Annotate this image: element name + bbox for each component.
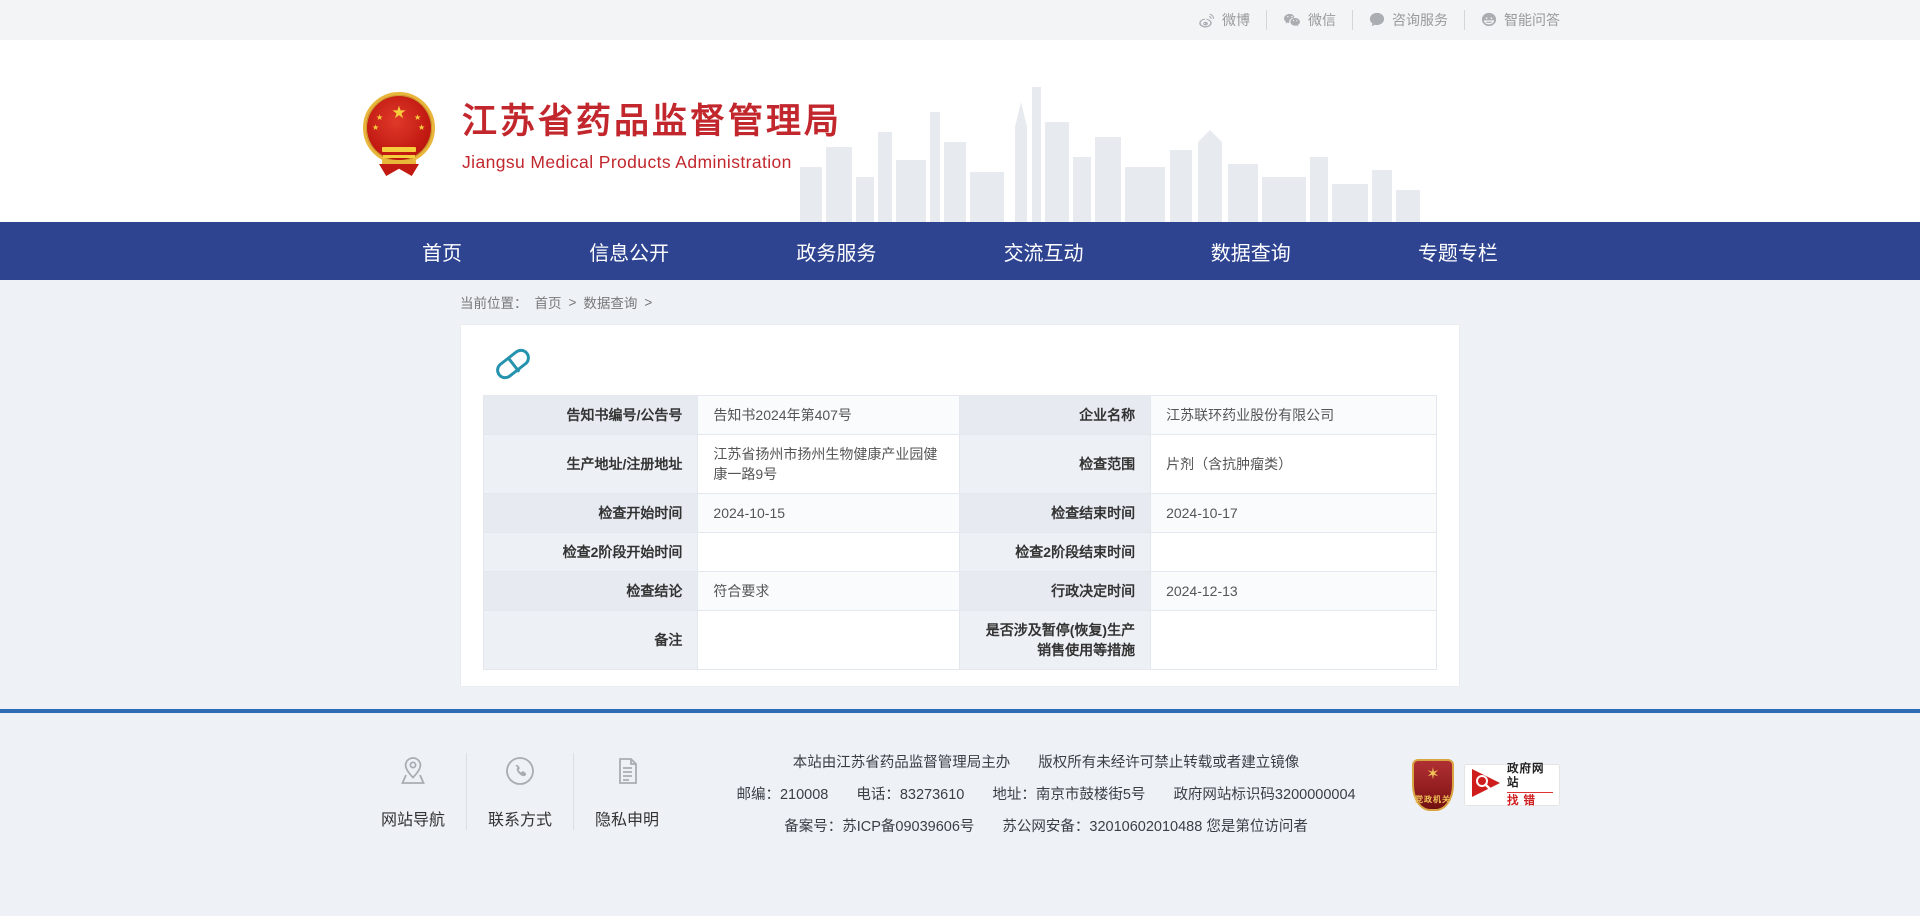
nav-item-special-topics[interactable]: 专题专栏 — [1418, 237, 1498, 266]
topbar-item-qa[interactable]: 智能问答 — [1464, 10, 1560, 30]
breadcrumb-home-link[interactable]: 首页 — [535, 292, 562, 312]
robot-icon — [1481, 12, 1497, 28]
record-value — [698, 611, 960, 670]
pill-icon — [491, 345, 537, 385]
record-label: 告知书编号/公告号 — [484, 396, 698, 435]
topbar-item-label: 智能问答 — [1504, 10, 1560, 30]
footer-icp: 备案号：苏ICP备09039606号 — [784, 815, 974, 836]
site-subtitle: Jiangsu Medical Products Administration — [462, 152, 842, 173]
footer-security-record: 苏公网安备：32010602010488 您是第位访问者 — [1002, 815, 1307, 836]
breadcrumb-separator: > — [644, 295, 652, 310]
footer-link-label: 网站导航 — [381, 806, 445, 830]
document-icon — [609, 753, 645, 794]
badge-find-line2: 找错 — [1507, 794, 1553, 808]
record-label: 检查范围 — [960, 435, 1151, 494]
footer-link-label: 隐私申明 — [595, 806, 659, 830]
weibo-icon — [1198, 13, 1215, 28]
record-value: 符合要求 — [698, 572, 960, 611]
city-skyline-watermark — [800, 72, 1420, 222]
table-row: 告知书编号/公告号 告知书2024年第407号 企业名称 江苏联环药业股份有限公… — [484, 396, 1437, 435]
footer: 网站导航 联系方式 隐 — [0, 713, 1920, 847]
record-label: 行政决定时间 — [960, 572, 1151, 611]
main-nav: 首页 信息公开 政务服务 交流互动 数据查询 专题专栏 — [0, 222, 1920, 280]
badge-party-label: 党政机关 — [1415, 794, 1451, 805]
table-row: 检查结论 符合要求 行政决定时间 2024-12-13 — [484, 572, 1437, 611]
record-label: 备注 — [484, 611, 698, 670]
national-emblem-icon: ★ ★ ★ ★ ★ — [360, 90, 438, 176]
record-value: 告知书2024年第407号 — [698, 396, 960, 435]
record-value: 2024-10-17 — [1151, 494, 1437, 533]
record-value: 江苏联环药业股份有限公司 — [1151, 396, 1437, 435]
topbar-item-label: 微博 — [1222, 10, 1250, 30]
footer-phone: 电话：83273610 — [856, 783, 964, 804]
map-pin-icon — [395, 753, 431, 794]
record-card: 告知书编号/公告号 告知书2024年第407号 企业名称 江苏联环药业股份有限公… — [460, 324, 1460, 687]
chat-bubble-icon — [1369, 12, 1385, 28]
phone-icon — [502, 753, 538, 794]
record-label: 检查2阶段开始时间 — [484, 533, 698, 572]
nav-item-info-disclosure[interactable]: 信息公开 — [589, 237, 669, 266]
record-value: 2024-12-13 — [1151, 572, 1437, 611]
record-label: 生产地址/注册地址 — [484, 435, 698, 494]
footer-host-text: 本站由江苏省药品监督管理局主办 — [793, 751, 1011, 772]
record-label: 检查结束时间 — [960, 494, 1151, 533]
record-value: 2024-10-15 — [698, 494, 960, 533]
breadcrumb-prefix: 当前位置： — [460, 292, 528, 312]
site-title: 江苏省药品监督管理局 — [462, 93, 842, 144]
nav-item-data-query[interactable]: 数据查询 — [1211, 237, 1291, 266]
footer-site-id: 政府网站标识码3200000004 — [1173, 783, 1355, 804]
footer-zipcode: 邮编：210008 — [736, 783, 828, 804]
inspection-record-table: 告知书编号/公告号 告知书2024年第407号 企业名称 江苏联环药业股份有限公… — [483, 395, 1437, 670]
record-value: 片剂（含抗肿瘤类） — [1151, 435, 1437, 494]
table-row: 备注 是否涉及暂停(恢复)生产销售使用等措施 — [484, 611, 1437, 670]
record-value — [1151, 533, 1437, 572]
breadcrumb-bar: 当前位置： 首页 > 数据查询 > — [460, 280, 1460, 324]
breadcrumb: 当前位置： 首页 > 数据查询 > — [460, 292, 652, 312]
record-value — [698, 533, 960, 572]
gov-site-error-report-badge[interactable]: 政府网站 找错 — [1464, 764, 1560, 806]
nav-item-home[interactable]: 首页 — [422, 237, 462, 266]
site-header: ★ ★ ★ ★ ★ 江苏省药品监督管理局 Jiangsu Medical Pro… — [0, 40, 1920, 222]
footer-link-contact[interactable]: 联系方式 — [466, 753, 573, 830]
record-label: 检查2阶段结束时间 — [960, 533, 1151, 572]
party-gov-badge[interactable]: ✶ 党政机关 — [1412, 759, 1454, 811]
footer-badges: ✶ 党政机关 政府网站 找错 — [1412, 759, 1560, 811]
badge-emblem-icon: ✶ — [1426, 767, 1439, 783]
topbar-item-wechat[interactable]: 微信 — [1266, 10, 1352, 30]
breadcrumb-section-link[interactable]: 数据查询 — [583, 292, 637, 312]
topbar: 微博 微信 咨询服务 智能问答 — [0, 0, 1920, 40]
topbar-item-label: 咨询服务 — [1392, 10, 1448, 30]
table-row: 检查2阶段开始时间 检查2阶段结束时间 — [484, 533, 1437, 572]
record-value — [1151, 611, 1437, 670]
site-brand[interactable]: ★ ★ ★ ★ ★ 江苏省药品监督管理局 Jiangsu Medical Pro… — [360, 90, 842, 176]
magnifier-icon — [1471, 767, 1501, 804]
content-area: 告知书编号/公告号 告知书2024年第407号 企业名称 江苏联环药业股份有限公… — [460, 324, 1460, 709]
footer-link-privacy[interactable]: 隐私申明 — [573, 753, 680, 830]
footer-address: 地址：南京市鼓楼街5号 — [992, 783, 1145, 804]
record-label: 是否涉及暂停(恢复)生产销售使用等措施 — [960, 611, 1151, 670]
wechat-icon — [1283, 13, 1301, 28]
topbar-item-weibo[interactable]: 微博 — [1182, 10, 1266, 30]
footer-copyright-text: 版权所有未经许可禁止转载或者建立镜像 — [1038, 751, 1299, 772]
table-row: 检查开始时间 2024-10-15 检查结束时间 2024-10-17 — [484, 494, 1437, 533]
footer-links: 网站导航 联系方式 隐 — [360, 753, 680, 830]
topbar-item-consult[interactable]: 咨询服务 — [1352, 10, 1464, 30]
footer-link-label: 联系方式 — [488, 806, 552, 830]
record-label: 检查开始时间 — [484, 494, 698, 533]
badge-find-line1: 政府网站 — [1507, 762, 1553, 793]
nav-item-interaction[interactable]: 交流互动 — [1004, 237, 1084, 266]
topbar-inner: 微博 微信 咨询服务 智能问答 — [360, 0, 1560, 40]
footer-info: 本站由江苏省药品监督管理局主办 版权所有未经许可禁止转载或者建立镜像 邮编：21… — [680, 751, 1412, 847]
record-label: 企业名称 — [960, 396, 1151, 435]
record-label: 检查结论 — [484, 572, 698, 611]
topbar-item-label: 微信 — [1308, 10, 1336, 30]
breadcrumb-separator: > — [569, 295, 577, 310]
nav-item-gov-services[interactable]: 政务服务 — [796, 237, 876, 266]
record-value: 江苏省扬州市扬州生物健康产业园健康一路9号 — [698, 435, 960, 494]
footer-link-sitemap[interactable]: 网站导航 — [360, 753, 466, 830]
table-row: 生产地址/注册地址 江苏省扬州市扬州生物健康产业园健康一路9号 检查范围 片剂（… — [484, 435, 1437, 494]
